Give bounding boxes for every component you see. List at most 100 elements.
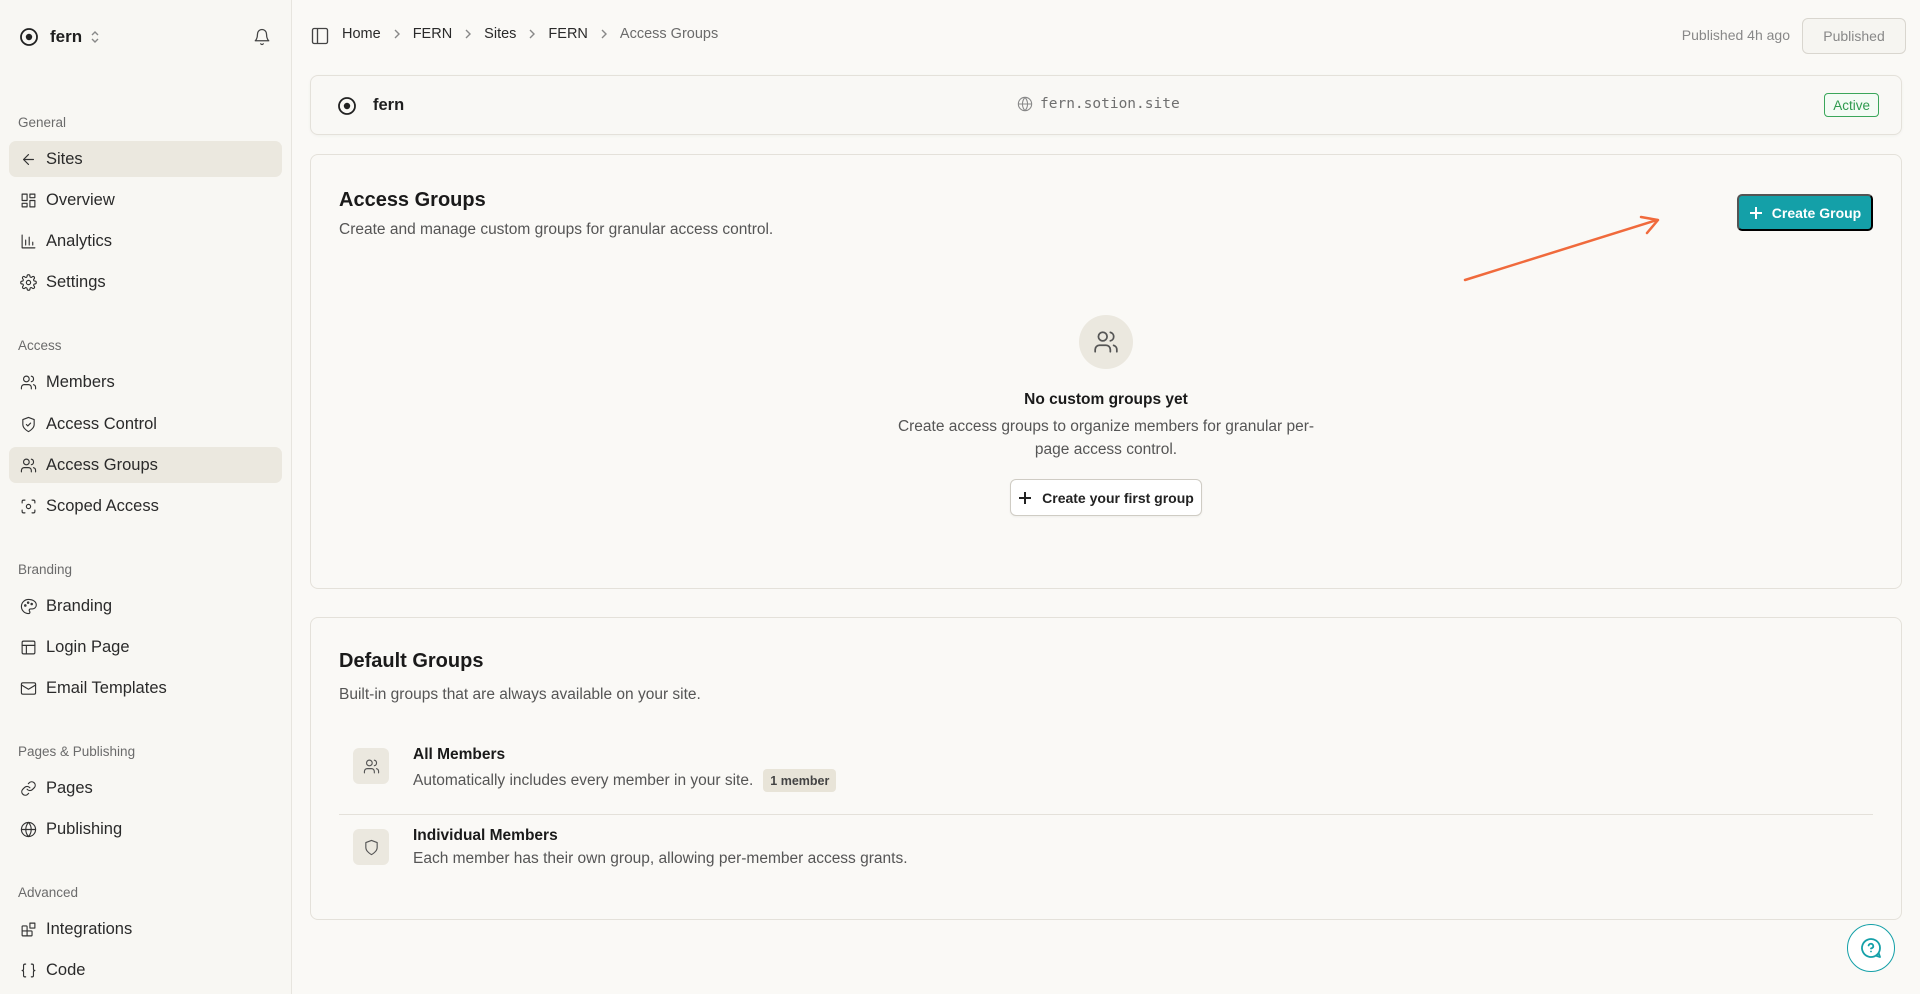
sidebar-section-general: General: [18, 115, 67, 130]
site-header-bar: fern fern.sotion.site Active: [310, 75, 1902, 135]
sidebar-item-access-groups[interactable]: Access Groups: [9, 447, 282, 483]
blocks-icon: [19, 920, 37, 938]
gear-icon: [19, 273, 37, 291]
published-time: Published 4h ago: [1681, 27, 1790, 43]
users-icon: [19, 456, 37, 474]
plus-icon: [1749, 206, 1762, 219]
group-name: Individual Members: [413, 827, 558, 844]
default-groups-subtitle: Built-in groups that are always availabl…: [339, 686, 701, 703]
sidebar-item-label: Overview: [46, 190, 115, 209]
group-row-all-members: All Members Automatically includes every…: [339, 734, 1873, 804]
sidebar-item-label: Publishing: [46, 819, 123, 838]
globe-icon: [19, 820, 37, 838]
sidebar-item-label: Access Groups: [46, 455, 158, 474]
shield-icon: [353, 829, 389, 865]
breadcrumb: Home FERN Sites FERN Access Groups: [342, 26, 718, 42]
sidebar-item-label: Login Page: [46, 637, 130, 656]
create-group-label: Create Group: [1771, 204, 1862, 221]
annotation-arrow: [1463, 215, 1660, 282]
breadcrumb-home[interactable]: Home: [342, 26, 381, 42]
help-chat-button[interactable]: [1847, 924, 1895, 972]
users-icon: [1079, 315, 1133, 369]
workspace-logo-icon: [18, 26, 40, 48]
sidebar-item-members[interactable]: Members: [9, 364, 282, 400]
sidebar-item-label: Email Templates: [46, 678, 167, 697]
dashboard-icon: [19, 191, 37, 209]
sidebar-item-label: Access Control: [46, 414, 157, 433]
site-logo-icon: [337, 96, 357, 116]
mail-icon: [19, 679, 37, 697]
sidebar-item-label: Analytics: [46, 231, 113, 250]
sidebar-section-pages-publishing: Pages & Publishing: [18, 744, 136, 759]
sidebar-item-settings[interactable]: Settings: [9, 264, 282, 300]
braces-icon: [19, 961, 37, 979]
sidebar-item-integrations[interactable]: Integrations: [9, 911, 282, 947]
sidebar-item-label: Settings: [46, 272, 106, 291]
breadcrumb-current: Access Groups: [619, 26, 719, 42]
breadcrumb-fern-site[interactable]: FERN: [548, 26, 587, 42]
group-description: Each member has their own group, allowin…: [413, 850, 908, 868]
access-groups-title: Access Groups: [339, 189, 486, 211]
sidebar-section-branding: Branding: [18, 562, 73, 577]
create-first-group-label: Create your first group: [1042, 489, 1194, 506]
arrow-left-icon: [19, 150, 37, 168]
group-description-text: Automatically includes every member in y…: [413, 771, 754, 789]
sidebar-item-label: Sites: [46, 149, 83, 168]
workspace-name: fern: [50, 27, 83, 46]
group-description: Automatically includes every member in y…: [413, 769, 837, 792]
status-badge: Active: [1824, 93, 1879, 117]
create-first-group-button[interactable]: Create your first group: [1010, 479, 1202, 516]
sidebar-item-label: Code: [46, 960, 86, 979]
sidebar-item-email-templates[interactable]: Email Templates: [9, 670, 282, 706]
site-name: fern: [373, 96, 405, 114]
sidebar-item-scoped-access[interactable]: Scoped Access: [9, 488, 282, 524]
sidebar-item-access-control[interactable]: Access Control: [9, 406, 282, 442]
site-url-text: fern.sotion.site: [1040, 96, 1180, 112]
users-icon: [19, 373, 37, 391]
default-groups-title: Default Groups: [339, 650, 484, 672]
site-url[interactable]: fern.sotion.site: [1017, 96, 1180, 112]
create-group-button[interactable]: Create Group: [1737, 194, 1873, 231]
sidebar-item-sites[interactable]: Sites: [9, 141, 282, 177]
chevron-right-icon: [464, 28, 472, 40]
sidebar-item-label: Integrations: [46, 919, 133, 938]
link-icon: [19, 779, 37, 797]
chevron-right-icon: [393, 28, 401, 40]
sidebar-item-label: Members: [46, 372, 115, 391]
sidebar-section-access: Access: [18, 338, 62, 353]
sidebar-item-pages[interactable]: Pages: [9, 770, 282, 806]
chevron-right-icon: [600, 28, 608, 40]
access-groups-subtitle: Create and manage custom groups for gran…: [339, 221, 774, 238]
workspace-switcher[interactable]: fern: [18, 22, 273, 52]
scan-icon: [19, 497, 37, 515]
palette-icon: [19, 597, 37, 615]
globe-icon: [1017, 96, 1033, 112]
sidebar-toggle-icon[interactable]: [310, 26, 330, 46]
sidebar-item-overview[interactable]: Overview: [9, 182, 282, 218]
group-description-text: Each member has their own group, allowin…: [413, 850, 908, 867]
sidebar-item-analytics[interactable]: Analytics: [9, 223, 282, 259]
layout-icon: [19, 638, 37, 656]
member-count-badge: 1 member: [763, 769, 837, 792]
default-groups-card: Default Groups Built-in groups that are …: [310, 617, 1902, 920]
breadcrumb-sites[interactable]: Sites: [484, 26, 516, 42]
group-row-individual-members: Individual Members Each member has their…: [339, 815, 1873, 885]
sidebar-item-login-page[interactable]: Login Page: [9, 629, 282, 665]
shield-check-icon: [19, 415, 37, 433]
chevron-right-icon: [528, 28, 536, 40]
sidebar-item-code[interactable]: Code: [9, 952, 282, 988]
group-name: All Members: [413, 746, 506, 763]
sidebar-item-label: Scoped Access: [46, 496, 159, 515]
breadcrumb-fern[interactable]: FERN: [413, 26, 452, 42]
bar-chart-icon: [19, 232, 37, 250]
sidebar-item-publishing[interactable]: Publishing: [9, 811, 282, 847]
sidebar-item-label: Branding: [46, 596, 113, 615]
sidebar: fern General Sites Overview Analytics Se…: [0, 0, 292, 994]
empty-state-description: Create access groups to organize members…: [897, 418, 1315, 458]
sidebar-item-branding[interactable]: Branding: [9, 588, 282, 624]
bell-icon[interactable]: [251, 26, 273, 48]
published-button[interactable]: Published: [1802, 18, 1906, 54]
sidebar-section-advanced: Advanced: [18, 885, 79, 900]
empty-state-title: No custom groups yet: [1024, 391, 1188, 408]
access-groups-card: Access Groups Create and manage custom g…: [310, 154, 1902, 589]
